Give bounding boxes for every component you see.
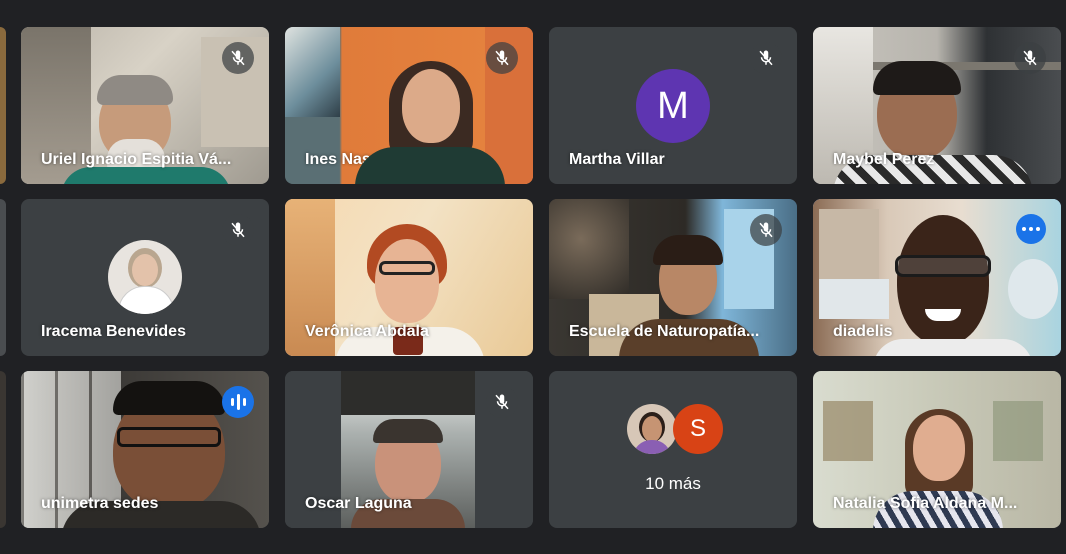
mic-off-icon [750, 214, 782, 246]
avatar [108, 240, 182, 314]
participant-name: Verônica Abdala [305, 323, 429, 340]
participant-tile[interactable]: unimetra sedes [21, 371, 269, 528]
participant-tile[interactable]: Maybel Perez [813, 27, 1061, 184]
participant-tile-active[interactable]: diadelis [813, 199, 1061, 356]
mic-off-icon [222, 214, 254, 246]
avatar: M [636, 69, 710, 143]
mic-off-icon [1014, 42, 1046, 74]
participant-tile[interactable]: M Martha Villar [549, 27, 797, 184]
participant-name: Uriel Ignacio Espitia Vá... [41, 151, 232, 168]
participant-tile[interactable]: Iracema Benevides [21, 199, 269, 356]
participant-name: diadelis [833, 323, 893, 340]
more-options-icon[interactable] [1016, 214, 1046, 244]
partial-tile-left-2 [0, 199, 6, 356]
partial-tile-left-3 [0, 371, 6, 528]
participant-name: Escuela de Naturopatía... [569, 323, 760, 340]
participant-name: Martha Villar [569, 151, 665, 168]
participant-tile[interactable]: Uriel Ignacio Espitia Vá... [21, 27, 269, 184]
participant-tile[interactable]: Natalia Sofia Aldana M... [813, 371, 1061, 528]
participant-grid: Uriel Ignacio Espitia Vá... Ines Nascime… [21, 27, 1061, 528]
mic-off-icon [486, 42, 518, 74]
participant-tile[interactable]: Ines Nascimento de Ca... [285, 27, 533, 184]
participant-name: Oscar Laguna [305, 495, 412, 512]
more-participants-count: 10 más [645, 474, 701, 493]
participant-tile[interactable]: Escuela de Naturopatía... [549, 199, 797, 356]
avatar: S [673, 404, 723, 454]
more-participants-tile[interactable]: S 10 más [549, 371, 797, 528]
mic-off-icon [486, 386, 518, 418]
participant-tile[interactable]: Verônica Abdala [285, 199, 533, 356]
mic-off-icon [750, 42, 782, 74]
participant-name: Natalia Sofia Aldana M... [833, 495, 1018, 512]
participant-name: Maybel Perez [833, 151, 935, 168]
participant-name: Iracema Benevides [41, 323, 186, 340]
participant-tile[interactable]: Oscar Laguna [285, 371, 533, 528]
partial-tile-left-1 [0, 27, 6, 184]
avatar [627, 404, 677, 454]
audio-level-icon [222, 386, 254, 418]
participant-name: unimetra sedes [41, 495, 159, 512]
mic-off-icon [222, 42, 254, 74]
